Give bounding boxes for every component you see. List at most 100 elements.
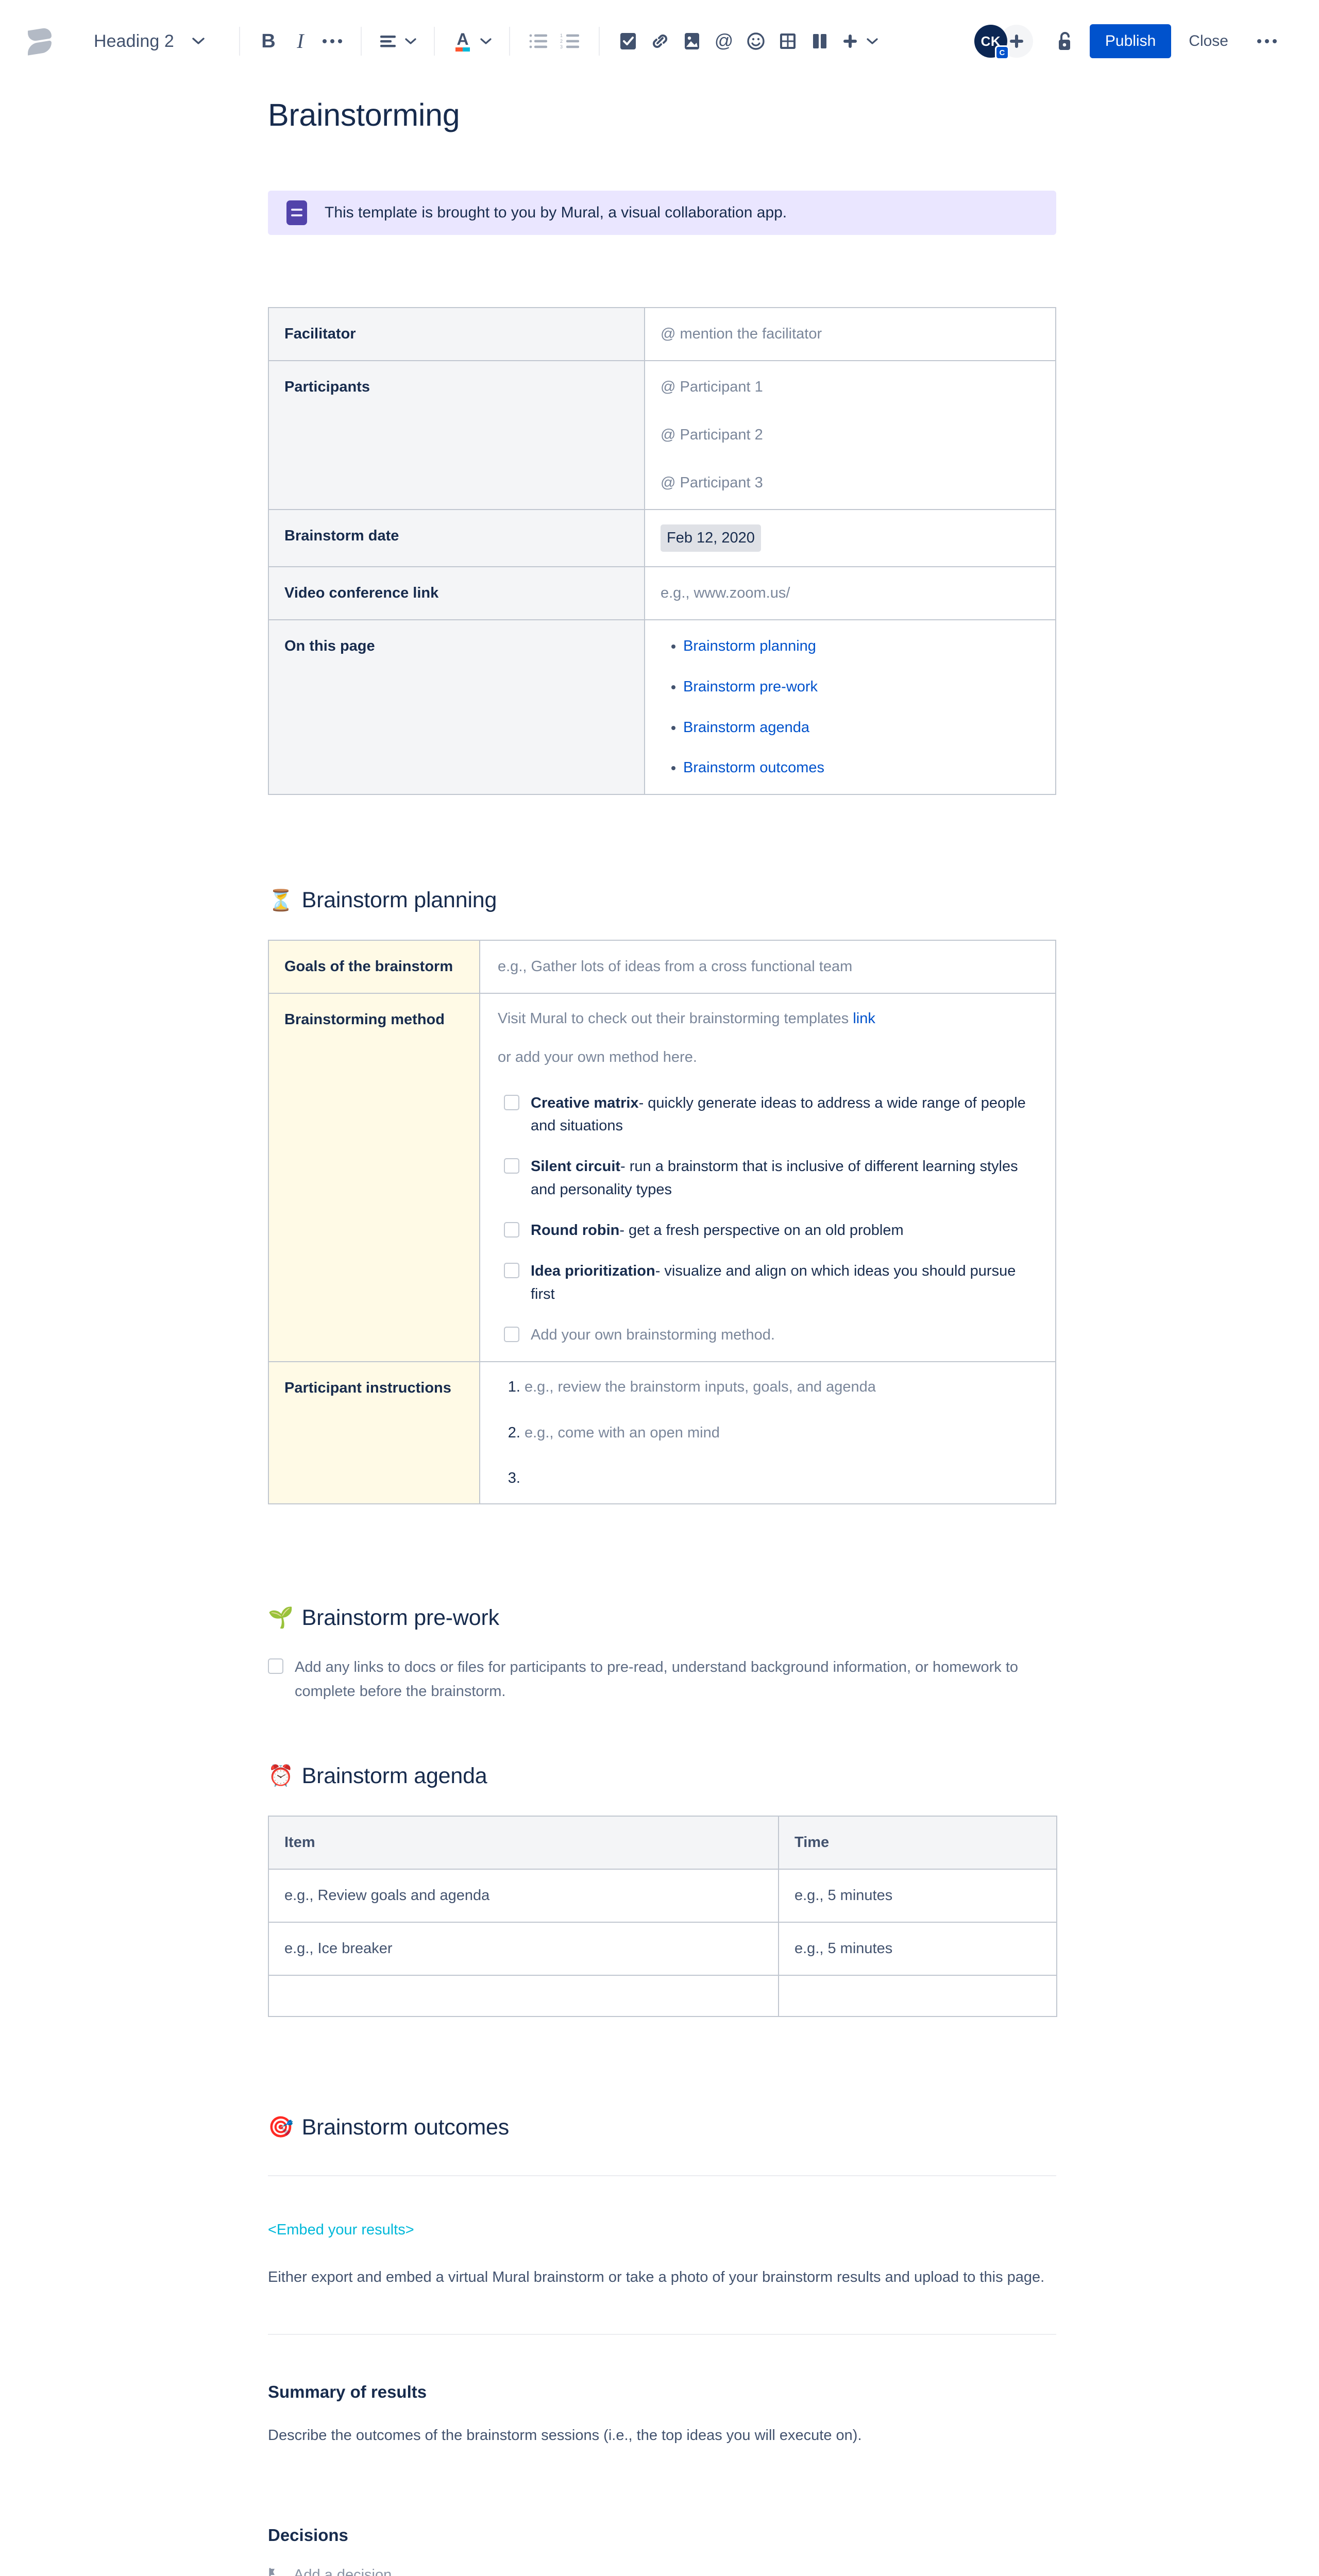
svg-text:@: @ — [715, 30, 734, 51]
checkbox-icon[interactable] — [504, 1094, 519, 1110]
layout-button[interactable] — [804, 25, 836, 57]
checkbox-icon[interactable] — [504, 1158, 519, 1174]
italic-icon: I — [297, 29, 304, 53]
text-align-button[interactable] — [374, 25, 421, 57]
section-heading-text: Brainstorm outcomes — [301, 2114, 510, 2140]
row-value-video-link[interactable]: e.g., www.zoom.us/ — [644, 566, 1056, 620]
link-button[interactable] — [644, 25, 676, 57]
section-heading-planning: ⏳ Brainstorm planning — [268, 888, 1056, 913]
toc-link-agenda[interactable]: Brainstorm agenda — [683, 719, 809, 736]
insert-more-button[interactable] — [836, 25, 883, 57]
checkbox-icon[interactable] — [504, 1327, 519, 1343]
avatar-badge: C — [994, 45, 1009, 60]
bold-button[interactable]: B — [252, 25, 284, 57]
task-text: Round robin- get a fresh perspective on … — [531, 1219, 904, 1242]
toolbar-divider — [433, 27, 435, 56]
italic-button[interactable]: I — [284, 25, 316, 57]
publish-button[interactable]: Publish — [1089, 24, 1172, 58]
mention-button[interactable]: @ — [708, 25, 740, 57]
chevron-down-icon — [480, 38, 492, 44]
prework-task: Add any links to docs or files for parti… — [268, 1655, 1041, 1704]
section-heading-outcomes: 🎯 Brainstorm outcomes — [268, 2115, 1056, 2140]
text-color-button[interactable]: A — [447, 25, 497, 57]
list-item — [525, 1468, 1038, 1489]
numbered-list-button[interactable]: 1 2 3 — [554, 25, 586, 57]
checkbox-icon[interactable] — [504, 1263, 519, 1279]
mural-templates-link[interactable]: link — [853, 1010, 875, 1027]
ellipsis-icon — [322, 39, 342, 43]
text-style-dropdown[interactable]: Heading 2 — [84, 28, 212, 55]
row-value-brainstorm-date[interactable]: Feb 12, 2020 — [644, 509, 1056, 567]
agenda-item[interactable] — [268, 1974, 779, 2017]
column-header-item: Item — [268, 1815, 779, 1870]
date-chip[interactable]: Feb 12, 2020 — [661, 524, 761, 552]
bold-icon: B — [261, 30, 276, 52]
task-list-button[interactable] — [612, 25, 644, 57]
svg-text:1: 1 — [560, 33, 563, 38]
close-button[interactable]: Close — [1175, 24, 1242, 58]
mention-icon: @ — [715, 30, 734, 51]
checkbox-icon[interactable] — [268, 1658, 283, 1674]
image-icon — [684, 33, 699, 49]
embed-results-placeholder[interactable]: <Embed your results> — [268, 2222, 1056, 2239]
section-heading-text: Brainstorm planning — [301, 888, 497, 913]
methods-intro-text: Visit Mural to check out their brainstor… — [498, 1010, 853, 1027]
agenda-time[interactable]: e.g., 5 minutes — [778, 1868, 1057, 1923]
toc-link-planning[interactable]: Brainstorm planning — [683, 638, 816, 654]
note-icon — [286, 200, 307, 225]
table-row: Goals of the brainstorm e.g., Gather lot… — [268, 940, 1056, 994]
page-title[interactable]: Brainstorming — [268, 97, 1056, 133]
agenda-time[interactable] — [778, 1974, 1057, 2017]
row-value-participant-instructions[interactable]: e.g., review the brainstorm inputs, goal… — [479, 1361, 1056, 1504]
more-formatting-button[interactable] — [316, 25, 348, 57]
agenda-time[interactable]: e.g., 5 minutes — [778, 1921, 1057, 1976]
task-title: Idea prioritization — [531, 1263, 655, 1280]
table-button[interactable] — [772, 25, 804, 57]
task-creative-matrix: Creative matrix- quickly generate ideas … — [504, 1092, 1038, 1138]
table-row: Brainstorming method Visit Mural to chec… — [268, 993, 1056, 1362]
checkbox-icon[interactable] — [504, 1222, 519, 1238]
row-value-goals[interactable]: e.g., Gather lots of ideas from a cross … — [479, 940, 1056, 994]
table-icon — [780, 33, 796, 49]
add-decision-row[interactable]: Add a decision... — [268, 2567, 1056, 2576]
toolbar-left-group: Heading 2 B I A 1 2 3 @ — [25, 25, 883, 58]
checkbox-icon — [620, 33, 636, 49]
table-row: e.g., Review goals and agenda e.g., 5 mi… — [268, 1868, 1057, 1923]
row-value-participants[interactable]: @ Participant 1 @ Participant 2 @ Partic… — [644, 360, 1056, 510]
confluence-logo-icon[interactable] — [25, 25, 56, 58]
section-heading-agenda: ⏰ Brainstorm agenda — [268, 1764, 1056, 1789]
decision-icon — [269, 2568, 275, 2576]
methods-intro: Visit Mural to check out their brainstor… — [498, 1008, 1038, 1067]
plus-icon — [1009, 35, 1023, 48]
row-value-facilitator[interactable]: @ mention the facilitator — [644, 307, 1056, 361]
goals-placeholder: e.g., Gather lots of ideas from a cross … — [498, 958, 853, 975]
numbered-list-icon: 1 2 3 — [560, 33, 579, 49]
agenda-item[interactable]: e.g., Ice breaker — [268, 1921, 779, 1976]
plus-icon — [843, 35, 857, 48]
restrictions-button[interactable] — [1046, 25, 1078, 57]
image-button[interactable] — [676, 25, 708, 57]
more-actions-button[interactable] — [1246, 31, 1288, 52]
toc-link-prework[interactable]: Brainstorm pre-work — [683, 679, 818, 695]
text-style-label: Heading 2 — [94, 31, 174, 51]
toc-link-outcomes[interactable]: Brainstorm outcomes — [683, 759, 824, 776]
row-value-on-this-page: Brainstorm planning Brainstorm pre-work … — [644, 619, 1056, 795]
content-column: Brainstorming This template is brought t… — [268, 97, 1057, 2576]
section-heading-prework: 🌱 Brainstorm pre-work — [268, 1605, 1056, 1631]
task-desc: - get a fresh perspective on an old prob… — [619, 1222, 904, 1239]
toolbar-right-group: CK C Publish Close — [974, 24, 1288, 60]
agenda-table: Item Time e.g., Review goals and agenda … — [268, 1815, 1057, 2017]
task-text: Silent circuit- run a brainstorm that is… — [531, 1155, 1038, 1201]
divider — [268, 2333, 1056, 2335]
emoji-button[interactable] — [740, 25, 772, 57]
agenda-item[interactable]: e.g., Review goals and agenda — [268, 1868, 779, 1923]
task-idea-prioritization: Idea prioritization- visualize and align… — [504, 1260, 1038, 1306]
task-round-robin: Round robin- get a fresh perspective on … — [504, 1219, 1038, 1242]
divider — [268, 2175, 1056, 2176]
seedling-icon: 🌱 — [268, 1606, 294, 1630]
row-value-method[interactable]: Visit Mural to check out their brainstor… — [479, 993, 1056, 1362]
bullet-list-button[interactable] — [522, 25, 554, 57]
add-decision-placeholder: Add a decision... — [294, 2567, 404, 2576]
participant-1: @ Participant 1 — [661, 378, 763, 395]
svg-text:A: A — [456, 30, 468, 48]
